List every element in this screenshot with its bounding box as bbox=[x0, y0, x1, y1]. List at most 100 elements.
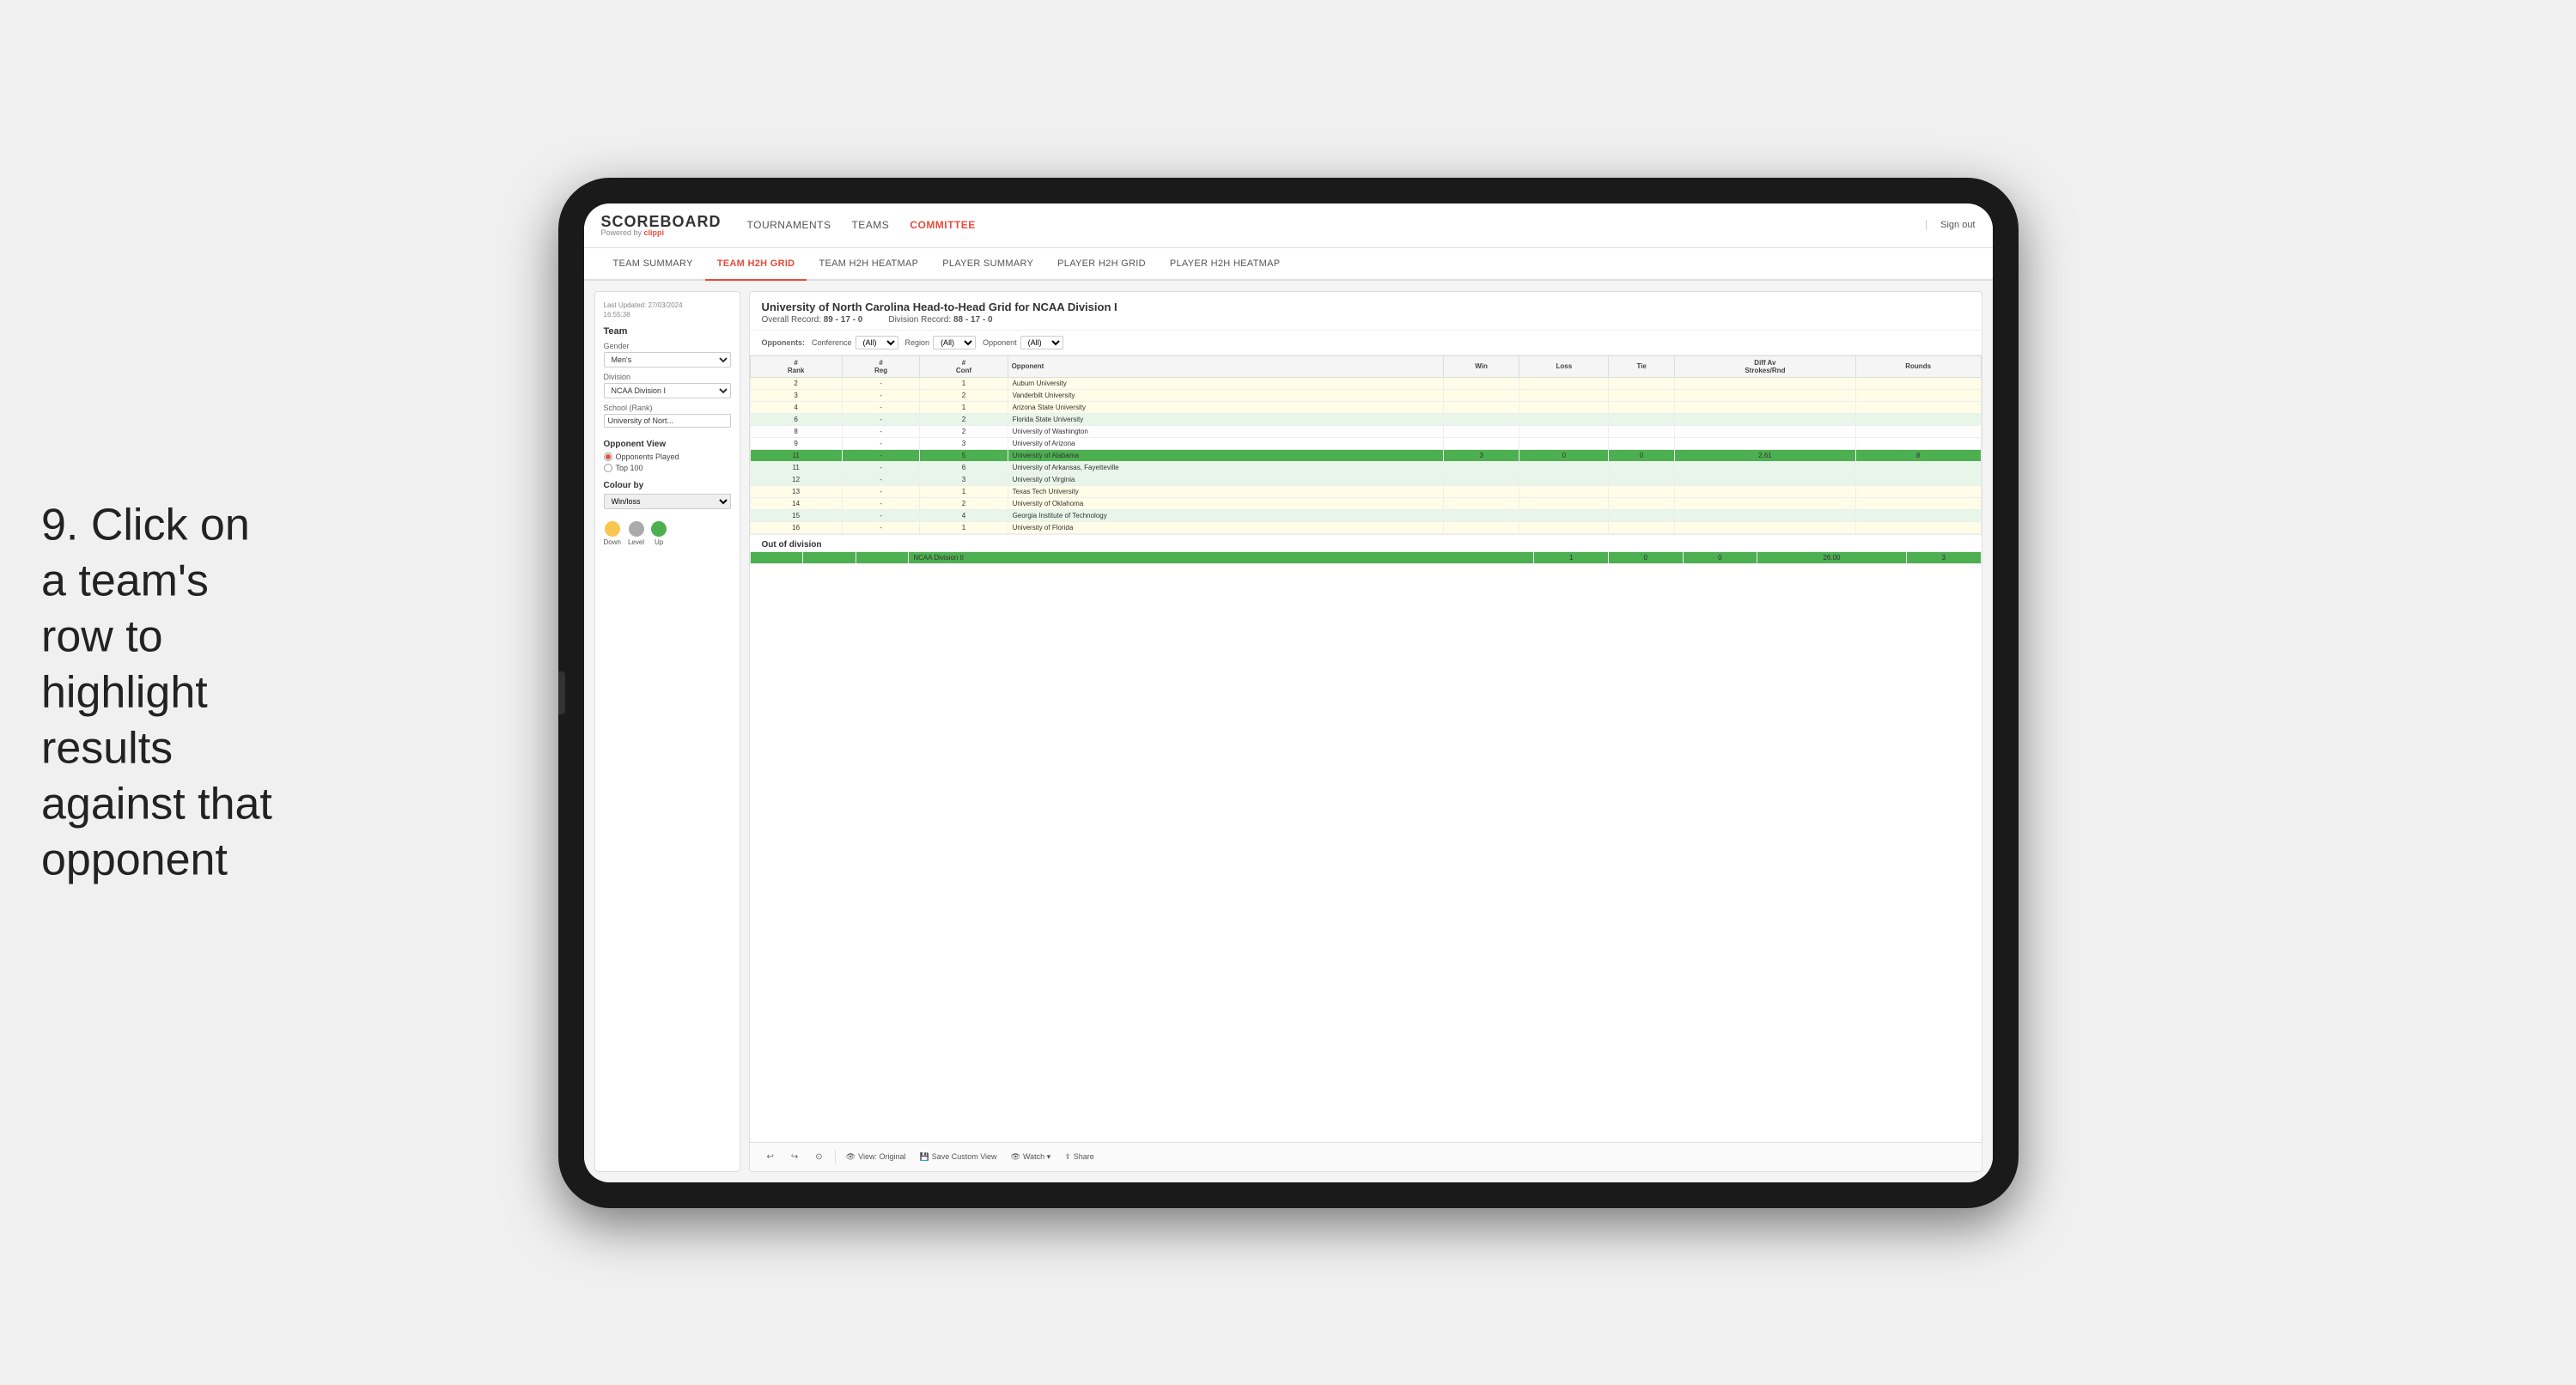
radio-top-100[interactable]: Top 100 bbox=[604, 464, 731, 472]
logo-powered: Powered by clippi bbox=[601, 229, 722, 237]
view-icon: 👁 bbox=[846, 1152, 856, 1162]
save-custom-view-button[interactable]: 💾 Save Custom View bbox=[916, 1151, 1000, 1163]
cell-win bbox=[1443, 521, 1519, 533]
tablet-screen: SCOREBOARD Powered by clippi TOURNAMENTS… bbox=[584, 203, 1993, 1182]
legend-up: Up bbox=[651, 521, 667, 546]
division-select[interactable]: NCAA Division I bbox=[604, 383, 731, 398]
tab-player-summary[interactable]: PLAYER SUMMARY bbox=[930, 248, 1045, 281]
grid-panel: University of North Carolina Head-to-Hea… bbox=[749, 291, 1982, 1172]
col-loss: Loss bbox=[1519, 355, 1609, 377]
cell-win bbox=[1443, 401, 1519, 413]
cell-rank: 2 bbox=[750, 377, 842, 389]
legend-level: Level bbox=[628, 521, 644, 546]
table-row[interactable]: 8-2University of Washington bbox=[750, 425, 1981, 437]
tab-player-h2h-heatmap[interactable]: PLAYER H2H HEATMAP bbox=[1158, 248, 1292, 281]
cell-reg: - bbox=[842, 437, 920, 449]
col-reg: #Reg bbox=[842, 355, 920, 377]
sign-out-link[interactable]: Sign out bbox=[1926, 220, 1975, 230]
cell-rank: 14 bbox=[750, 497, 842, 509]
undo-button[interactable]: ↩ bbox=[762, 1151, 779, 1163]
cell-win bbox=[1443, 497, 1519, 509]
col-rounds: Rounds bbox=[1855, 355, 1981, 377]
cell-rank: 3 bbox=[750, 389, 842, 401]
table-row[interactable]: 3-2Vanderbilt University bbox=[750, 389, 1981, 401]
table-row[interactable]: 13-1Texas Tech University bbox=[750, 485, 1981, 497]
school-rank-label: School (Rank) bbox=[604, 404, 731, 412]
main-content: Last Updated: 27/03/2024 16:55:38 Team G… bbox=[584, 281, 1993, 1182]
team-label: Team bbox=[604, 326, 731, 337]
cell-opponent: University of Alabama bbox=[1008, 449, 1443, 461]
cell-tie bbox=[1609, 509, 1675, 521]
tab-team-summary[interactable]: TEAM SUMMARY bbox=[601, 248, 705, 281]
cell-rank: 12 bbox=[750, 473, 842, 485]
table-row[interactable]: 6-2Florida State University bbox=[750, 413, 1981, 425]
conference-select[interactable]: (All) bbox=[856, 336, 898, 349]
school-rank-input[interactable] bbox=[604, 414, 731, 428]
share-icon: ⇪ bbox=[1064, 1152, 1071, 1162]
tablet-frame: SCOREBOARD Powered by clippi TOURNAMENTS… bbox=[558, 178, 2019, 1208]
cell-loss bbox=[1519, 509, 1609, 521]
cell-rounds bbox=[1855, 485, 1981, 497]
opponent-label: Opponent bbox=[983, 338, 1017, 347]
table-header-row: #Rank #Reg #Conf Opponent Win Loss Tie D… bbox=[750, 355, 1981, 377]
table-row[interactable]: 11-6University of Arkansas, Fayetteville bbox=[750, 461, 1981, 473]
table-row[interactable]: 11-5University of Alabama3002.618 bbox=[750, 449, 1981, 461]
cell-tie bbox=[1609, 497, 1675, 509]
col-tie: Tie bbox=[1609, 355, 1675, 377]
cell-opponent: University of Arizona bbox=[1008, 437, 1443, 449]
nav-tournaments[interactable]: TOURNAMENTS bbox=[747, 216, 831, 234]
col-conf: #Conf bbox=[920, 355, 1008, 377]
tab-team-h2h-grid[interactable]: TEAM H2H GRID bbox=[705, 248, 807, 281]
tab-player-h2h-grid[interactable]: PLAYER H2H GRID bbox=[1045, 248, 1158, 281]
cell-diff bbox=[1675, 377, 1856, 389]
radio-opponents-played[interactable]: Opponents Played bbox=[604, 453, 731, 461]
view-original-button[interactable]: 👁 View: Original bbox=[843, 1151, 910, 1163]
region-select[interactable]: (All) bbox=[933, 336, 976, 349]
cell-win bbox=[1443, 473, 1519, 485]
table-row[interactable]: 9-3University of Arizona bbox=[750, 437, 1981, 449]
cell-tie bbox=[1609, 473, 1675, 485]
conference-filter: Conference (All) bbox=[812, 336, 898, 349]
cell-rounds bbox=[1855, 401, 1981, 413]
cell-loss bbox=[1519, 377, 1609, 389]
cell-diff bbox=[1675, 473, 1856, 485]
table-row[interactable]: 16-1University of Florida bbox=[750, 521, 1981, 533]
cell-opponent: University of Virginia bbox=[1008, 473, 1443, 485]
out-div-loss: 0 bbox=[1609, 551, 1684, 563]
gender-select[interactable]: Men's bbox=[604, 352, 731, 368]
cell-reg: - bbox=[842, 473, 920, 485]
cell-conf: 2 bbox=[920, 497, 1008, 509]
nav-teams[interactable]: TEAMS bbox=[851, 216, 889, 234]
colour-by-select[interactable]: Win/loss bbox=[604, 494, 731, 509]
cell-conf: 2 bbox=[920, 413, 1008, 425]
table-row[interactable]: 12-3University of Virginia bbox=[750, 473, 1981, 485]
cell-rounds bbox=[1855, 461, 1981, 473]
nav-committee[interactable]: COMMITTEE bbox=[910, 216, 976, 234]
tab-team-h2h-heatmap[interactable]: TEAM H2H HEATMAP bbox=[807, 248, 930, 281]
watch-button[interactable]: 👁 Watch ▾ bbox=[1008, 1151, 1055, 1163]
share-button[interactable]: ⇪ Share bbox=[1061, 1151, 1098, 1163]
cell-opponent: Georgia Institute of Technology bbox=[1008, 509, 1443, 521]
cell-loss bbox=[1519, 413, 1609, 425]
table-row[interactable]: 2-1Auburn University bbox=[750, 377, 1981, 389]
history-button[interactable]: ⊙ bbox=[810, 1151, 827, 1163]
table-row[interactable]: 4-1Arizona State University bbox=[750, 401, 1981, 413]
table-row[interactable]: 15-4Georgia Institute of Technology bbox=[750, 509, 1981, 521]
toolbar-divider-1 bbox=[835, 1150, 836, 1163]
cell-opponent: University of Washington bbox=[1008, 425, 1443, 437]
left-panel: Last Updated: 27/03/2024 16:55:38 Team G… bbox=[594, 291, 740, 1172]
opponent-select[interactable]: (All) bbox=[1020, 336, 1063, 349]
cell-opponent: University of Arkansas, Fayetteville bbox=[1008, 461, 1443, 473]
cell-win bbox=[1443, 413, 1519, 425]
table-row[interactable]: 14-2University of Oklahoma bbox=[750, 497, 1981, 509]
out-division-row[interactable]: NCAA Division II 1 0 0 26.00 3 bbox=[750, 551, 1981, 563]
redo-button[interactable]: ↪ bbox=[786, 1151, 803, 1163]
legend-circle-up bbox=[651, 521, 667, 537]
cell-rounds bbox=[1855, 437, 1981, 449]
opponent-filter: Opponent (All) bbox=[983, 336, 1063, 349]
logo-area: SCOREBOARD Powered by clippi bbox=[601, 214, 722, 237]
cell-loss bbox=[1519, 521, 1609, 533]
filters-row: Opponents: Conference (All) Region (All) bbox=[750, 331, 1982, 355]
cell-opponent: Florida State University bbox=[1008, 413, 1443, 425]
cell-win bbox=[1443, 425, 1519, 437]
